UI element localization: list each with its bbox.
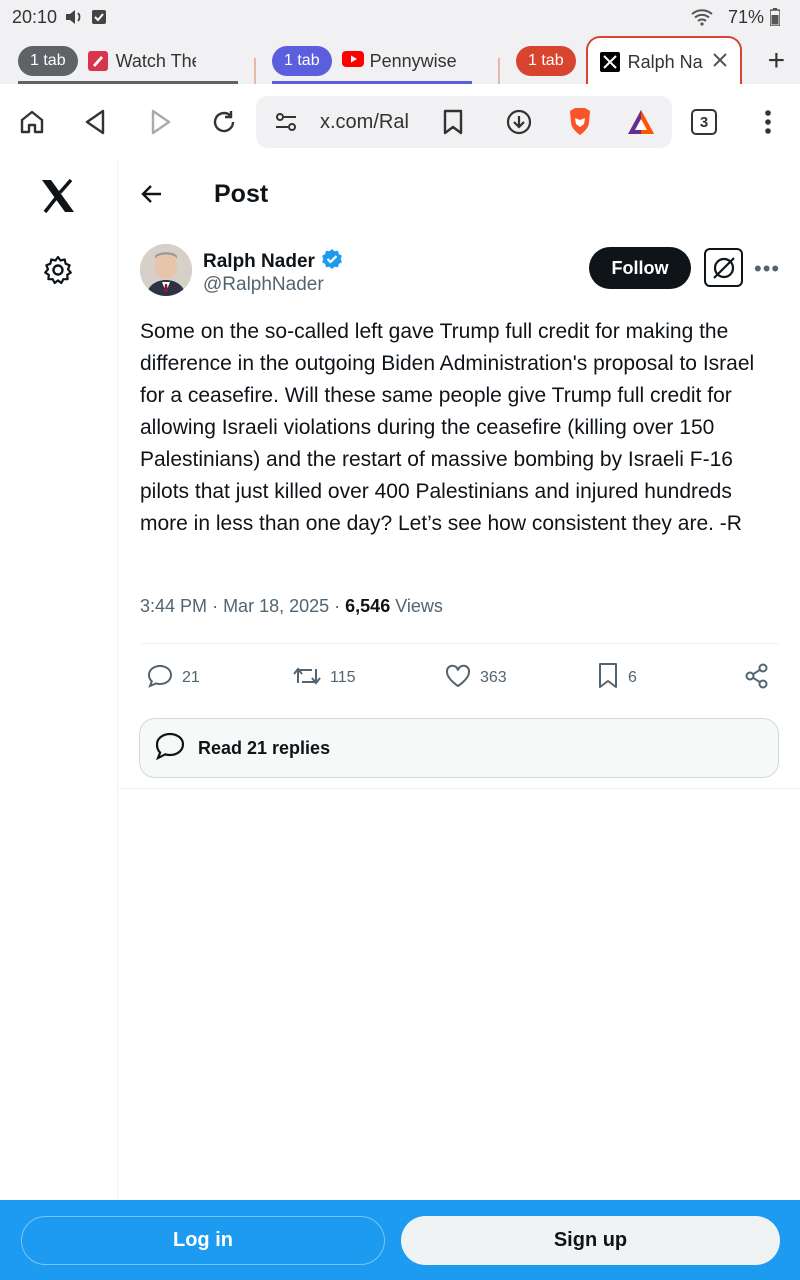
tweet-time[interactable]: 3:44 PM (140, 596, 207, 616)
tab-group-2-count[interactable]: 1 tab (272, 46, 332, 76)
bookmark-icon (596, 662, 620, 695)
site-settings-icon[interactable] (274, 110, 298, 139)
bookmark-button[interactable]: 6 (596, 658, 637, 698)
tweet-text: Some on the so-called left gave Trump fu… (140, 320, 755, 535)
login-signup-bar: Log in Sign up (0, 1200, 800, 1280)
tab-separator (254, 58, 256, 84)
tweet-actions: 21 115 363 6 (140, 658, 780, 698)
youtube-icon (341, 51, 364, 71)
back-icon[interactable] (78, 104, 114, 140)
status-bar: 20:10 71% (0, 0, 800, 34)
active-tab[interactable]: Ralph Na (585, 36, 742, 86)
watch-site-favicon-icon (87, 51, 108, 71)
back-arrow-icon[interactable] (140, 182, 164, 211)
views-label: Views (395, 596, 443, 616)
follow-button[interactable]: Follow (589, 247, 691, 289)
grok-icon[interactable] (704, 248, 743, 287)
reply-button[interactable]: 21 (146, 658, 200, 698)
tab-group-1-title[interactable]: Watch The L (87, 51, 196, 72)
signup-button[interactable]: Sign up (401, 1216, 780, 1265)
page-title: Post (214, 180, 269, 208)
tab-group-2-title[interactable]: Pennywise - (341, 51, 462, 72)
tab-group-3-count[interactable]: 1 tab (516, 46, 576, 76)
menu-more-icon[interactable] (750, 104, 786, 140)
tab-group-1-count[interactable]: 1 tab (18, 46, 78, 76)
reply-count: 21 (182, 669, 200, 686)
status-right: 71% (690, 7, 788, 28)
reply-bubble-icon (154, 731, 186, 766)
repost-icon (292, 663, 322, 694)
read-replies-label: Read 21 replies (198, 737, 331, 758)
avatar[interactable] (140, 244, 192, 296)
battery-percent: 71% (727, 6, 764, 27)
battery-icon (770, 8, 780, 26)
read-replies-button[interactable]: Read 21 replies (139, 718, 779, 778)
reload-icon[interactable] (206, 104, 242, 140)
more-options-icon[interactable]: ••• (754, 256, 780, 282)
tab-group-2[interactable]: 1 tab Pennywise - (272, 38, 482, 84)
login-button[interactable]: Log in (21, 1216, 385, 1265)
close-tab-icon[interactable] (712, 52, 728, 73)
bookmark-count: 6 (628, 669, 637, 686)
status-time: 20:10 (12, 6, 58, 27)
new-tab-button[interactable]: + (768, 46, 786, 76)
x-logo-favicon-icon (599, 52, 620, 72)
left-rail (0, 160, 118, 1200)
address-bar[interactable]: x.com/Ral (256, 96, 672, 148)
brave-shields-icon[interactable] (566, 106, 594, 143)
divider (118, 788, 800, 789)
settings-gear-icon[interactable] (42, 254, 74, 291)
share-icon (744, 663, 770, 694)
wifi-icon (690, 8, 714, 26)
share-button[interactable] (744, 658, 770, 698)
reply-icon (146, 663, 174, 694)
download-icon[interactable] (506, 109, 532, 140)
author-handle[interactable]: @RalphNader (203, 274, 324, 296)
volume-icon (65, 9, 83, 25)
bookmark-page-icon[interactable] (442, 109, 464, 140)
home-icon[interactable] (14, 104, 50, 140)
tab-separator (498, 58, 500, 84)
views-count: 6,546 (345, 596, 391, 616)
repost-button[interactable]: 115 (292, 658, 356, 698)
tab-strip: 1 tab Watch The L 1 tab Pennywise - 1 ta… (0, 34, 800, 86)
browser-toolbar: x.com/Ral 3 (0, 84, 800, 160)
like-button[interactable]: 363 (444, 658, 507, 698)
tweet-meta: 3:44 PM · Mar 18, 2025 · 6,546 Views (140, 596, 443, 616)
tab-switcher-button[interactable]: 3 (686, 104, 722, 140)
repost-count: 115 (330, 669, 356, 686)
verified-badge-icon (321, 248, 343, 276)
divider (140, 643, 780, 644)
heart-icon (444, 663, 472, 694)
brave-rewards-icon[interactable] (626, 108, 656, 141)
x-logo-icon[interactable] (40, 178, 76, 219)
forward-icon[interactable] (142, 104, 178, 140)
url-text[interactable]: x.com/Ral (320, 111, 412, 134)
like-count: 363 (480, 669, 507, 686)
tab-group-3[interactable]: 1 tab Ralph Na + (516, 36, 786, 86)
active-tab-title: Ralph Na (627, 51, 703, 72)
checkbox-notification-icon (91, 9, 107, 25)
tweet-date[interactable]: Mar 18, 2025 (223, 596, 329, 616)
author-name[interactable]: Ralph Nader (203, 248, 343, 276)
tab-group-1[interactable]: 1 tab Watch The L (18, 38, 238, 84)
tab-count: 3 (691, 109, 717, 135)
